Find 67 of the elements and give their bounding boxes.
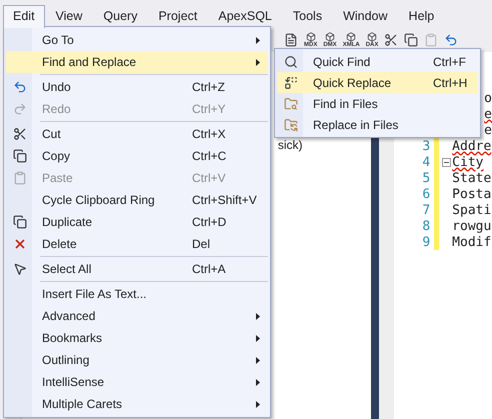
line-number: 8 <box>421 218 432 234</box>
copy-icon <box>13 149 27 163</box>
delete-icon <box>13 237 27 251</box>
code-line: Modif <box>452 234 492 250</box>
panel-text: sick) <box>278 138 302 152</box>
menu-item[interactable]: Outlining <box>6 349 268 371</box>
undo-icon <box>13 80 27 94</box>
folder-icon <box>284 118 298 132</box>
clipboard-icon[interactable] <box>424 33 438 47</box>
menu-item[interactable]: Find in Files <box>277 93 478 114</box>
scissors-icon[interactable] <box>384 33 398 47</box>
cube-icon <box>346 32 356 42</box>
cursor-icon <box>13 262 27 276</box>
menu-item[interactable]: Select All Ctrl+A <box>6 258 268 280</box>
document-icon[interactable] <box>284 33 298 47</box>
undo-icon[interactable] <box>444 33 458 47</box>
code-line: o <box>484 90 492 106</box>
menu-bar-item[interactable]: Help <box>398 5 444 28</box>
cube-icon <box>306 32 316 42</box>
menu-item[interactable]: Duplicate Ctrl+D <box>6 211 268 233</box>
menu-item[interactable]: Bookmarks <box>6 327 268 349</box>
menu-bar-item[interactable]: ApexSQL <box>208 5 282 28</box>
menu-item[interactable]: Copy Ctrl+C <box>6 145 268 167</box>
menu-item[interactable]: Delete Del <box>6 233 268 255</box>
menu-bar-item[interactable]: Project <box>148 5 208 28</box>
menu-item[interactable]: Cut Ctrl+X <box>6 123 268 145</box>
code-line: Spati <box>452 202 492 218</box>
code-line: e <box>484 122 492 138</box>
redo-icon <box>13 102 27 116</box>
code-line: e <box>484 106 492 122</box>
code-line: City <box>452 154 484 170</box>
menu-bar-item[interactable]: Edit <box>3 5 45 28</box>
folder-search-icon <box>284 96 298 110</box>
collapse-icon[interactable] <box>442 158 452 166</box>
menu-item[interactable]: Quick Find Ctrl+F <box>277 51 478 72</box>
cube-icon <box>325 32 336 42</box>
scissors-icon <box>13 127 27 141</box>
code-line: Addre <box>452 138 492 154</box>
code-line: State <box>452 170 492 186</box>
copy-icon[interactable] <box>404 33 418 47</box>
menu-item[interactable]: Multiple Carets <box>6 393 268 415</box>
menu-item[interactable]: Insert File As Text... <box>6 283 268 305</box>
line-number: 7 <box>421 202 432 218</box>
menu-bar-item[interactable]: View <box>46 5 92 28</box>
cube-icon <box>367 32 378 42</box>
line-number: 5 <box>421 170 432 186</box>
menu-bar-item[interactable]: Tools <box>282 5 332 28</box>
line-number: 3 <box>421 138 432 154</box>
search-icon <box>284 54 298 68</box>
menu-item[interactable]: Go To <box>6 29 268 51</box>
line-number: 9 <box>421 234 432 250</box>
duplicate-icon <box>13 215 27 229</box>
menu-item[interactable]: IntelliSense <box>6 371 268 393</box>
line-number: 6 <box>421 186 432 202</box>
clipboard-icon <box>13 171 27 185</box>
code-line: Posta <box>452 186 492 202</box>
menu-item[interactable]: Cycle Clipboard Ring Ctrl+Shift+V <box>6 189 268 211</box>
code-line: rowgu <box>452 218 492 234</box>
menu-bar-item[interactable]: Query <box>93 5 148 28</box>
menu-item[interactable]: Replace in Files <box>277 114 478 135</box>
menu-bar-item[interactable]: Window <box>333 5 398 28</box>
line-number: 4 <box>421 154 432 170</box>
menu-item[interactable]: Quick Replace Ctrl+H <box>277 72 478 93</box>
replace-icon <box>284 76 298 90</box>
menu-item[interactable]: Advanced <box>6 305 268 327</box>
menu-item[interactable]: Find and Replace <box>6 51 268 73</box>
menu-item[interactable]: Undo Ctrl+Z <box>6 76 268 98</box>
